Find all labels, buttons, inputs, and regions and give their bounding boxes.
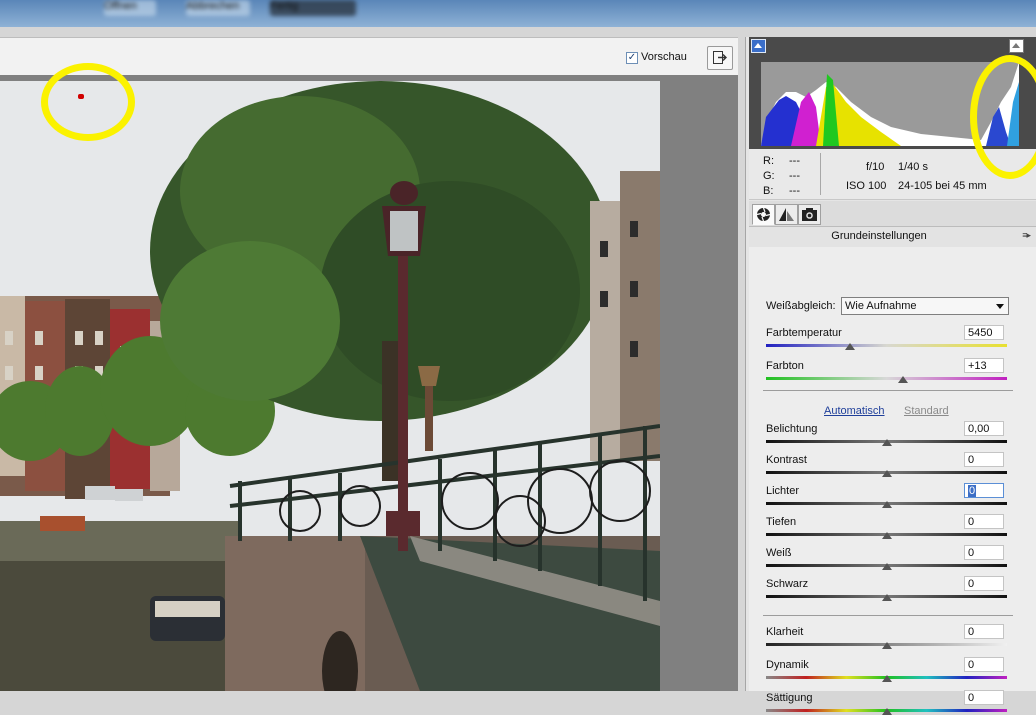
auto-link[interactable]: Automatisch bbox=[824, 405, 885, 417]
weiss-label: Weiß bbox=[766, 547, 792, 559]
tab-tone-curve[interactable] bbox=[775, 204, 798, 225]
r-value: --- bbox=[789, 155, 800, 167]
bridge bbox=[225, 536, 660, 691]
photo-preview[interactable] bbox=[0, 81, 660, 691]
farbton-value: +13 bbox=[968, 360, 987, 372]
lichter-slider-thumb[interactable] bbox=[881, 501, 892, 508]
farbton-label: Farbton bbox=[766, 360, 804, 372]
aperture-icon bbox=[756, 207, 771, 222]
dynamik-value-input[interactable]: 0 bbox=[964, 657, 1004, 672]
saettigung-label: Sättigung bbox=[766, 692, 813, 704]
farbton-slider-track[interactable] bbox=[766, 377, 1007, 380]
canal-photo bbox=[0, 81, 660, 691]
basic-settings: Weißabgleich: Wie Aufnahme Farbtemperatu… bbox=[749, 247, 1036, 715]
camera-icon bbox=[802, 208, 817, 221]
kontrast-value-input[interactable]: 0 bbox=[964, 452, 1004, 467]
info-divider bbox=[820, 153, 821, 195]
section-title: Grundeinstellungen bbox=[831, 230, 927, 242]
lichter-value-input[interactable]: 0 bbox=[964, 483, 1004, 498]
schwarz-value-input[interactable]: 0 bbox=[964, 576, 1004, 591]
schwarz-slider-thumb[interactable] bbox=[881, 594, 892, 601]
farbtemperatur-slider-track[interactable] bbox=[766, 344, 1007, 347]
belichtung-slider-thumb[interactable] bbox=[881, 439, 892, 446]
dynamik-value: 0 bbox=[968, 659, 975, 671]
saettigung-slider-thumb[interactable] bbox=[881, 708, 892, 715]
shadow-clipping-warning-button[interactable] bbox=[751, 39, 766, 53]
r-label: R: bbox=[763, 155, 774, 167]
tiefen-value-input[interactable]: 0 bbox=[964, 514, 1004, 529]
farbtemperatur-slider-thumb[interactable] bbox=[845, 343, 856, 350]
section-divider bbox=[763, 615, 1013, 616]
tiefen-label: Tiefen bbox=[766, 516, 797, 528]
tab-camera-calibration[interactable] bbox=[798, 204, 821, 225]
fullscreen-toggle-button[interactable] bbox=[707, 46, 733, 70]
preview-checkbox[interactable]: ✓ bbox=[626, 52, 638, 64]
tiefen-value: 0 bbox=[968, 516, 975, 528]
klarheit-value-input[interactable]: 0 bbox=[964, 624, 1004, 639]
farbtemperatur-value-input[interactable]: 5450 bbox=[964, 325, 1004, 340]
section-divider bbox=[763, 390, 1013, 391]
kontrast-slider-thumb[interactable] bbox=[881, 470, 892, 477]
panel-tabs bbox=[749, 201, 1036, 226]
weiss-slider-thumb[interactable] bbox=[881, 563, 892, 570]
dynamik-label: Dynamik bbox=[766, 659, 809, 671]
klarheit-slider-thumb[interactable] bbox=[881, 642, 892, 649]
kontrast-value: 0 bbox=[968, 454, 975, 466]
dialog-top-strip: Öffnen Abbrechen Fertig bbox=[0, 0, 1036, 27]
farbton-slider-thumb[interactable] bbox=[898, 376, 909, 383]
done-button-blurred[interactable]: Fertig bbox=[270, 0, 356, 16]
white-balance-label: Weißabgleich: bbox=[766, 300, 836, 312]
chevron-down-icon bbox=[996, 304, 1004, 309]
section-header: Grundeinstellungen ≡▸ bbox=[749, 226, 1036, 248]
schwarz-value: 0 bbox=[968, 578, 975, 590]
b-label: B: bbox=[763, 185, 774, 197]
lens-value: 24-105 bei 45 mm bbox=[898, 180, 987, 192]
g-value: --- bbox=[789, 170, 800, 182]
weiss-value-input[interactable]: 0 bbox=[964, 545, 1004, 560]
aperture-value: f/10 bbox=[866, 161, 885, 173]
belichtung-value-input[interactable]: 0,00 bbox=[964, 421, 1004, 436]
iso-value: ISO 100 bbox=[846, 180, 887, 192]
farbtemperatur-label: Farbtemperatur bbox=[766, 327, 842, 339]
b-value: --- bbox=[789, 185, 800, 197]
kontrast-label: Kontrast bbox=[766, 454, 807, 466]
schwarz-label: Schwarz bbox=[766, 578, 809, 590]
saettigung-value-input[interactable]: 0 bbox=[964, 690, 1004, 705]
tiefen-slider-thumb[interactable] bbox=[881, 532, 892, 539]
annotation-circle-left bbox=[41, 63, 135, 141]
saettigung-value: 0 bbox=[968, 692, 975, 704]
belichtung-label: Belichtung bbox=[766, 423, 818, 435]
weiss-value: 0 bbox=[968, 547, 975, 559]
open-button-blurred[interactable]: Öffnen bbox=[104, 0, 156, 16]
klarheit-label: Klarheit bbox=[766, 626, 804, 638]
highlight-clipping-warning-button[interactable] bbox=[1009, 39, 1024, 53]
lichter-label: Lichter bbox=[766, 485, 800, 497]
preview-checkbox-label[interactable]: Vorschau bbox=[641, 51, 687, 63]
section-menu-icon[interactable]: ≡▸ bbox=[1022, 230, 1031, 241]
right-houses bbox=[590, 171, 660, 461]
farbton-value-input[interactable]: +13 bbox=[964, 358, 1004, 373]
shutter-value: 1/40 s bbox=[898, 161, 928, 173]
farbtemperatur-value: 5450 bbox=[968, 327, 993, 339]
white-balance-select[interactable]: Wie Aufnahme bbox=[841, 297, 1009, 315]
klarheit-value: 0 bbox=[968, 626, 975, 638]
belichtung-value: 0,00 bbox=[968, 423, 990, 435]
lichter-value: 0 bbox=[968, 485, 977, 497]
cancel-button-blurred[interactable]: Abbrechen bbox=[186, 0, 250, 16]
g-label: G: bbox=[763, 170, 775, 182]
export-icon bbox=[713, 51, 727, 64]
tone-curve-icon bbox=[779, 208, 794, 221]
tab-basic[interactable] bbox=[752, 204, 775, 225]
standard-link[interactable]: Standard bbox=[904, 405, 949, 417]
dynamik-slider-thumb[interactable] bbox=[881, 675, 892, 682]
white-balance-selected: Wie Aufnahme bbox=[845, 300, 917, 312]
